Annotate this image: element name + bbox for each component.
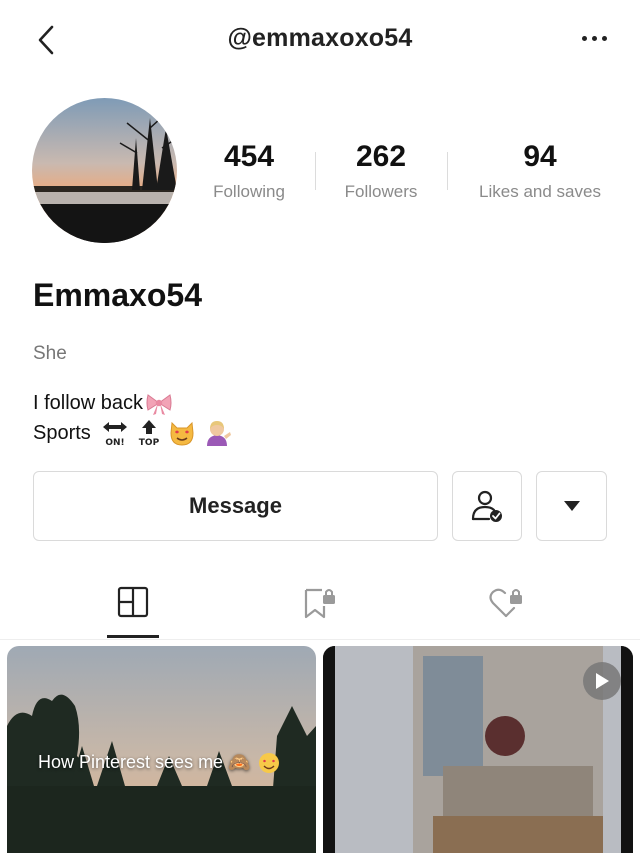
top-arrow-emoji-icon: TOP <box>139 420 160 447</box>
sunset-avatar-image <box>32 98 177 243</box>
stat-following[interactable]: 454 Following <box>188 140 310 202</box>
triangle-down-icon <box>563 501 580 511</box>
bookmark-locked-icon <box>304 588 335 619</box>
stat-followers[interactable]: 262 Followers <box>320 140 442 202</box>
profile-tabs <box>0 570 640 640</box>
tab-saved[interactable] <box>265 570 375 640</box>
hands-emoji-icon: 🙈 <box>228 752 251 773</box>
profile-stats: 454 Following 262 Followers 94 Likes and… <box>188 140 628 210</box>
play-triangle-icon <box>596 673 609 689</box>
message-button-label: Message <box>189 493 282 518</box>
post-thumbnail-image <box>7 646 316 853</box>
stat-following-value: 454 <box>223 140 275 173</box>
more-dot <box>581 35 587 41</box>
post-caption-text: How Pinterest sees me <box>38 752 224 772</box>
stat-likes-saves[interactable]: 94 Likes and saves <box>458 140 622 202</box>
profile-handle: @emmaxoxo54 <box>227 24 413 52</box>
heart-locked-icon <box>489 588 522 618</box>
stat-followers-label: Followers <box>344 182 418 201</box>
bio-line-2-text: Sports <box>33 422 91 444</box>
stat-likes-saves-label: Likes and saves <box>479 182 601 201</box>
svg-text:ON!: ON! <box>105 438 124 447</box>
post-card[interactable]: How Pinterest sees me 🙈 <box>7 646 316 853</box>
top-bar: @emmaxoxo54 <box>0 0 640 78</box>
heart-eyes-cat-emoji-icon <box>170 421 194 446</box>
display-name: Emmaxo54 <box>33 277 202 313</box>
bio: I follow back Sports ON! TOP <box>33 388 232 448</box>
stat-following-label: Following <box>213 182 285 201</box>
more-actions-dropdown[interactable] <box>536 471 607 541</box>
stat-followers-value: 262 <box>355 140 407 173</box>
tab-posts[interactable] <box>78 570 188 640</box>
pronoun: She <box>33 343 67 364</box>
bio-line-1: I follow back <box>33 388 232 418</box>
ribbon-emoji-icon <box>146 394 172 415</box>
more-dot <box>601 35 607 41</box>
on-arrow-emoji-icon: ON! <box>102 422 127 447</box>
post-card[interactable] <box>323 646 633 853</box>
stat-likes-saves-value: 94 <box>523 140 557 173</box>
heart-eyes-emoji-icon <box>258 753 279 774</box>
avatar[interactable] <box>32 98 177 243</box>
play-icon[interactable] <box>583 662 621 700</box>
bio-line-1-text: I follow back <box>33 392 144 414</box>
grid-layout-icon <box>117 586 149 618</box>
active-tab-indicator <box>107 635 159 638</box>
message-button[interactable]: Message <box>33 471 438 541</box>
tipping-hand-emoji-icon <box>206 421 231 446</box>
more-dot <box>591 35 597 41</box>
bio-line-2: Sports ON! TOP <box>33 418 232 448</box>
following-status-button[interactable] <box>452 471 522 541</box>
user-check-icon <box>471 490 502 522</box>
more-options-button[interactable] <box>574 24 614 52</box>
post-caption: How Pinterest sees me 🙈 <box>38 752 280 774</box>
stat-divider <box>447 152 448 190</box>
svg-text:TOP: TOP <box>139 438 160 447</box>
tab-liked[interactable] <box>452 570 562 640</box>
post-grid: How Pinterest sees me 🙈 <box>0 646 640 853</box>
stat-divider <box>315 152 316 190</box>
